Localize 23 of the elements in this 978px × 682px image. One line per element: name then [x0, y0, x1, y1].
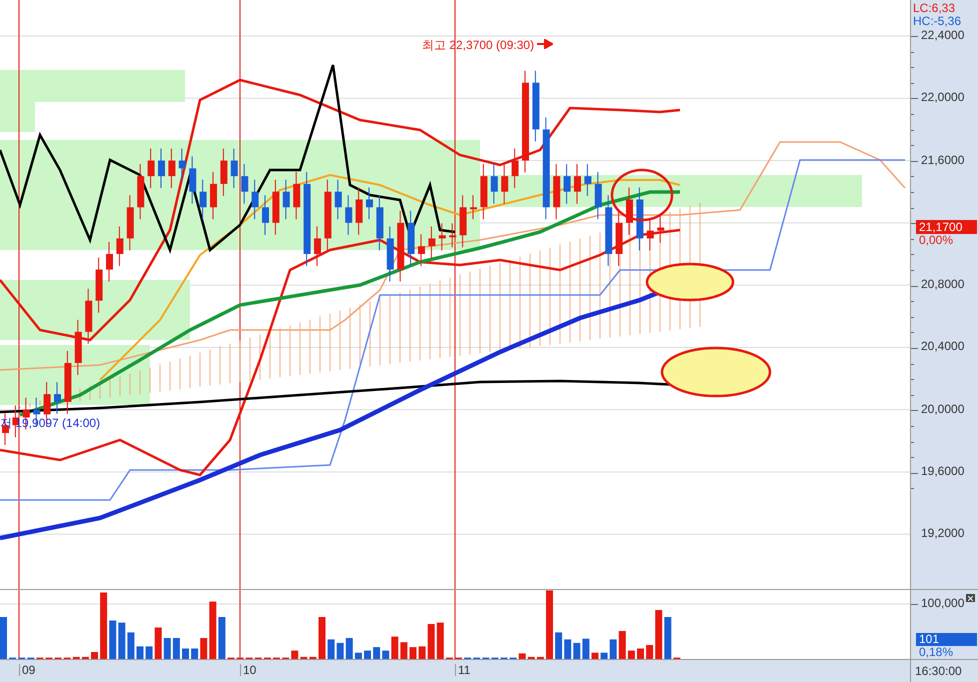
time-readout: 16:30:00	[915, 663, 962, 680]
volume-tick-label: 100,000	[921, 597, 964, 609]
lc-readout: LC:6,33	[913, 2, 956, 14]
price-tick-label: 22,0000	[921, 91, 964, 104]
price-tick-label: 19,2000	[921, 527, 964, 540]
date-label: 10	[240, 664, 256, 676]
price-change-readout: 0,00%	[919, 234, 954, 246]
current-price-badge: 21,1700	[916, 220, 977, 234]
price-tick-label: 19,6000	[921, 464, 964, 477]
close-icon	[968, 596, 973, 600]
hc-readout: HC:-5,36	[913, 15, 962, 27]
close-button[interactable]	[966, 594, 975, 602]
price-tick-label: 22,4000	[921, 29, 964, 41]
date-label: 11	[455, 664, 470, 676]
highlight-ellipse	[610, 168, 674, 222]
price-tick-label: 20,4000	[921, 340, 964, 352]
arrow-right-icon	[537, 39, 553, 49]
price-tick-label: 20,0000	[921, 402, 964, 415]
current-volume-badge: 101	[916, 633, 977, 646]
price-tick-label: 20,8000	[921, 278, 964, 290]
date-label: 09	[19, 664, 36, 676]
volume-change-readout: 0,18%	[919, 646, 954, 658]
price-tick-label: 21,6000	[921, 154, 964, 166]
